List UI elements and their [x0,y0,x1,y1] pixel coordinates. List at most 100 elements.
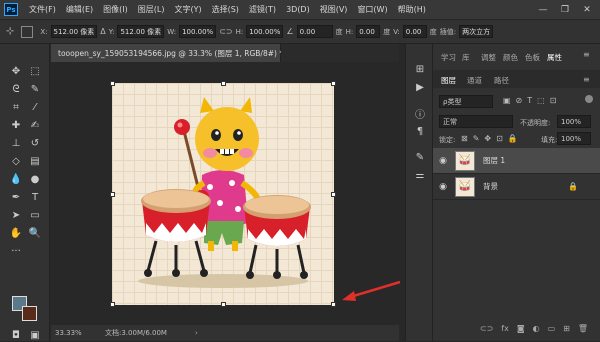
zoom-tool-icon[interactable]: 🔍 [28,226,42,240]
tab-libraries[interactable]: 库 [462,52,470,63]
menu-edit[interactable]: 编辑(E) [61,4,98,15]
transform-handle-bottom-middle[interactable] [221,302,226,307]
layer-kind-filter-select[interactable]: ρ类型 [439,95,493,108]
tab-channels[interactable]: 通道 [467,75,482,86]
x-label: X: [40,27,48,36]
blend-mode-select[interactable]: 正常 [439,115,513,128]
tab-paths[interactable]: 路径 [494,75,509,86]
close-button[interactable]: ✕ [576,0,598,19]
history-panel-icon[interactable]: ⊞ [413,62,427,76]
path-select-tool-icon[interactable]: ➤ [9,208,23,222]
transform-handle-bottom-right[interactable] [331,302,336,307]
reference-point-icon[interactable] [21,25,34,38]
options-bar: ⊹ X: 512.00 像素 Δ Y: 512.00 像素 W: 100.00%… [0,19,600,44]
transform-handle-top-middle[interactable] [221,81,226,86]
layer-name: 背景 [483,182,498,191]
lock-options-icons[interactable]: ⊠✎✥⊡🔒 [461,134,523,143]
document-tab[interactable]: tooopen_sy_159053194566.jpg @ 33.3% (图层 … [51,44,293,62]
tab-properties[interactable]: 属性 [547,52,562,63]
menu-view[interactable]: 视图(V) [315,4,353,15]
crop-tool-icon[interactable]: ⌗ [9,100,23,114]
actions-panel-icon[interactable]: ▶ [413,80,427,94]
zoom-level[interactable]: 33.33% [55,329,95,337]
info-panel-icon[interactable]: ⓘ [413,106,427,121]
eyedropper-tool-icon[interactable]: ⁄ [28,100,42,114]
filter-toggle-icon[interactable] [585,95,593,103]
lasso-tool-icon[interactable]: ᘓ [9,82,23,96]
menu-file[interactable]: 文件(F) [24,4,61,15]
panel-menu-icon[interactable]: ≡ [583,50,590,59]
transform-handle-middle-right[interactable] [331,192,336,197]
vskew-input[interactable]: 0.00 [402,25,427,38]
trash-icon[interactable]: 🗑 [578,324,588,338]
minimize-button[interactable]: — [532,0,554,19]
transform-tool-icon[interactable]: ⊹ [6,26,14,37]
menu-filter[interactable]: 滤镜(T) [244,4,281,15]
type-tool-icon[interactable]: T [28,190,42,204]
screen-mode-icon[interactable]: ▣ [28,328,42,342]
eraser-tool-icon[interactable]: ◇ [9,154,23,168]
background-color-swatch[interactable] [22,306,37,321]
adjustments-panel-icon[interactable]: ⚌ [413,168,427,182]
restore-button[interactable]: ❐ [554,0,576,19]
hskew-input[interactable]: 0.00 [356,25,381,38]
artwork-image[interactable] [112,83,334,305]
visibility-eye-icon[interactable]: ◉ [433,182,453,192]
paragraph-panel-icon[interactable]: ¶ [413,124,427,138]
more-tools-icon[interactable]: ··· [9,244,23,258]
link-layers-icon[interactable]: ⊂⊃ [480,324,493,338]
layers-menu-icon[interactable]: ≡ [583,75,590,84]
gradient-tool-icon[interactable]: ▤ [28,154,42,168]
tab-swatches[interactable]: 色板 [525,52,540,63]
width-input[interactable]: 100.00% [179,25,217,38]
quick-mask-icon[interactable]: ◘ [9,328,23,342]
group-folder-icon[interactable]: ▭ [548,324,556,338]
pen-tool-icon[interactable]: ✒ [9,190,23,204]
dodge-tool-icon[interactable]: ● [28,172,42,186]
hand-tool-icon[interactable]: ✋ [9,226,23,240]
tab-color[interactable]: 颜色 [503,52,518,63]
layer-row-background[interactable]: ◉ 🥁 背景 🔒 [433,174,600,200]
layer-filter-icons[interactable]: ▣⊘T⬚⊡ [503,96,561,105]
stamp-tool-icon[interactable]: ⊥ [9,136,23,150]
blur-tool-icon[interactable]: 💧 [9,172,23,186]
brush-tool-icon[interactable]: ✍ [28,118,42,132]
opacity-input[interactable]: 100% [557,115,591,128]
menu-3d[interactable]: 3D(D) [281,5,315,14]
angle-input[interactable]: 0.00 [296,25,333,38]
fill-input[interactable]: 100% [557,132,591,145]
interpolation-select[interactable]: 两次立方 [459,25,494,38]
menu-select[interactable]: 选择(S) [207,4,244,15]
layer-row-layer1[interactable]: ◉ 🥁 图层 1 [433,148,600,174]
marquee-tool-icon[interactable]: ⬚ [28,64,42,78]
tab-adjustments[interactable]: 调整 [481,52,496,63]
quick-select-tool-icon[interactable]: ✎ [28,82,42,96]
status-menu-arrow-icon[interactable]: › [195,329,198,337]
menu-help[interactable]: 帮助(H) [393,4,431,15]
transform-handle-middle-left[interactable] [110,192,115,197]
link-icon[interactable]: ⊂⊃ [219,27,232,36]
add-mask-icon[interactable]: ◙ [517,324,525,338]
height-input[interactable]: 100.00% [246,25,284,38]
x-input[interactable]: 512.00 像素 [50,25,98,38]
healing-brush-tool-icon[interactable]: ✚ [9,118,23,132]
rectangle-tool-icon[interactable]: ▭ [28,208,42,222]
fx-icon[interactable]: fx [501,324,509,338]
relative-position-icon[interactable]: Δ [100,27,105,36]
transform-handle-top-right[interactable] [331,81,336,86]
visibility-eye-icon[interactable]: ◉ [433,156,453,166]
history-brush-tool-icon[interactable]: ↺ [28,136,42,150]
menu-image[interactable]: 图像(I) [98,4,133,15]
transform-handle-top-left[interactable] [110,81,115,86]
y-input[interactable]: 512.00 像素 [117,25,165,38]
tab-learn[interactable]: 学习 [441,52,456,63]
adjustment-layer-icon[interactable]: ◐ [533,324,540,338]
tab-layers[interactable]: 图层 [441,75,456,86]
menu-window[interactable]: 窗口(W) [352,4,392,15]
brush-settings-panel-icon[interactable]: ✎ [413,150,427,164]
menu-layer[interactable]: 图层(L) [133,4,170,15]
move-tool-icon[interactable]: ✥ [9,64,23,78]
transform-handle-bottom-left[interactable] [110,302,115,307]
new-layer-icon[interactable]: ⊞ [563,324,570,338]
menu-type[interactable]: 文字(Y) [169,4,206,15]
